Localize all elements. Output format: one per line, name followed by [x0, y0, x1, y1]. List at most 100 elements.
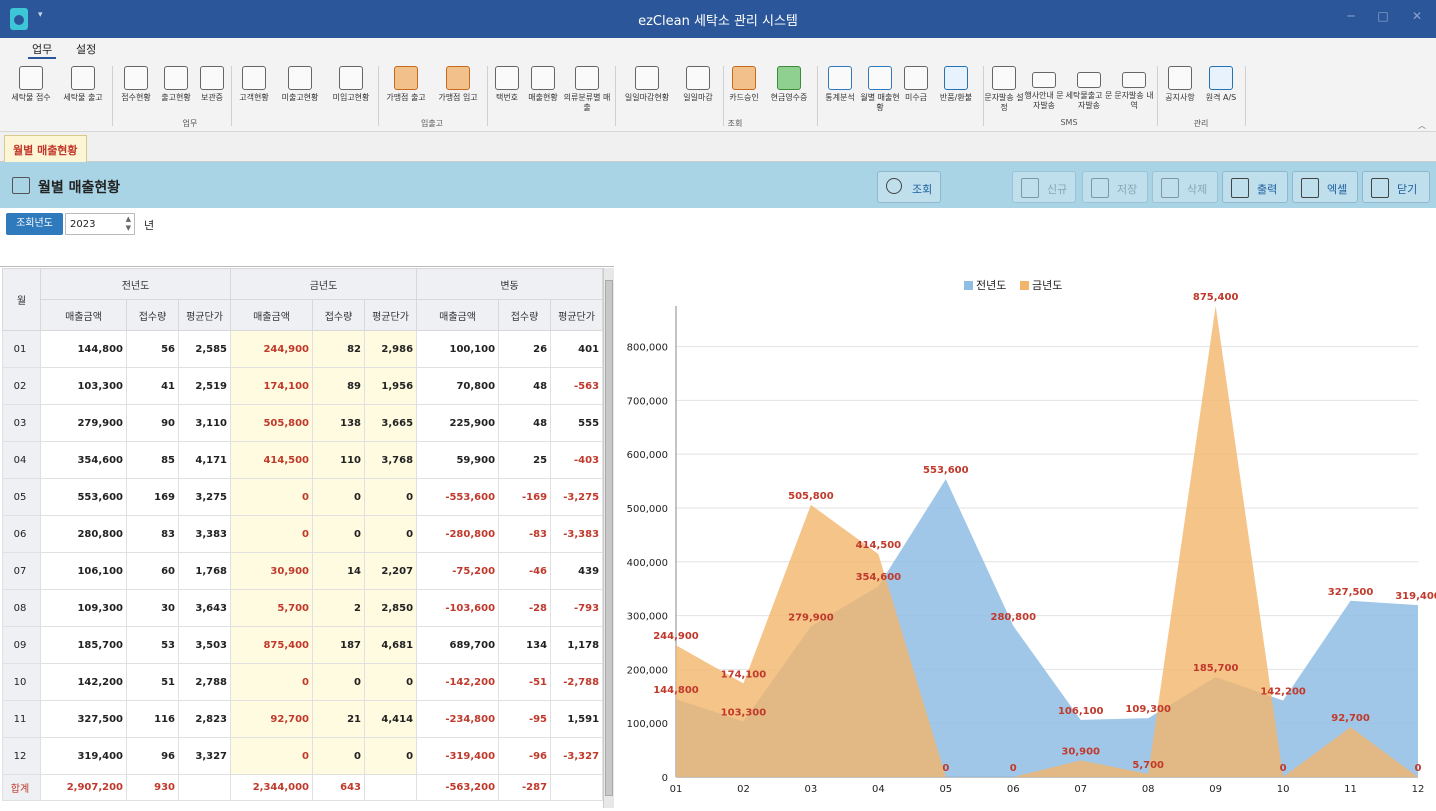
table-cell[interactable]: 138: [312, 404, 366, 442]
month-cell[interactable]: 12: [2, 737, 41, 775]
table-cell[interactable]: 0: [364, 663, 418, 701]
table-cell[interactable]: 0: [312, 478, 366, 516]
table-cell[interactable]: 187: [312, 626, 366, 664]
table-cell[interactable]: -103,600: [416, 589, 500, 627]
table-cell[interactable]: 505,800: [230, 404, 314, 442]
table-cell[interactable]: 185,700: [40, 626, 127, 664]
ribbon-refund-button[interactable]: 반품/환불: [932, 66, 980, 116]
ribbon-branch-out-button[interactable]: 가맹점 출고: [380, 66, 432, 116]
table-cell[interactable]: 4,414: [364, 700, 418, 738]
table-cell[interactable]: 875,400: [230, 626, 314, 664]
ribbon-sms-history-button[interactable]: 문자발송 내역: [1114, 66, 1154, 116]
table-cell[interactable]: 2: [312, 589, 366, 627]
ribbon-unreceived-button[interactable]: 미입고현황: [326, 66, 376, 116]
ribbon-daily-close-status-button[interactable]: 일일마감현황: [618, 66, 676, 116]
grid-scrollbar[interactable]: [603, 268, 614, 808]
table-cell[interactable]: 48: [498, 367, 552, 405]
table-cell[interactable]: 279,900: [40, 404, 127, 442]
ribbon-release-sms-button[interactable]: 세탁물출고 문자발송: [1064, 66, 1114, 116]
ribbon-customer-button[interactable]: 고객현황: [234, 66, 274, 116]
table-cell[interactable]: -793: [550, 589, 604, 627]
ribbon-notice-button[interactable]: 공지사항: [1160, 66, 1200, 116]
table-cell[interactable]: 60: [126, 552, 179, 590]
table-cell[interactable]: 4,681: [364, 626, 418, 664]
ribbon-receivable-button[interactable]: 미수금: [900, 66, 932, 116]
table-cell[interactable]: 354,600: [40, 441, 127, 479]
month-cell[interactable]: 08: [2, 589, 41, 627]
month-cell[interactable]: 09: [2, 626, 41, 664]
table-row[interactable]: 01 144,800 56 2,585 244,900 82 2,986 100,100 26 4…: [2, 330, 604, 368]
table-cell[interactable]: 689,700: [416, 626, 500, 664]
table-cell[interactable]: -142,200: [416, 663, 500, 701]
table-cell[interactable]: 53: [126, 626, 179, 664]
table-cell[interactable]: 2,823: [177, 700, 232, 738]
month-cell[interactable]: 04: [2, 441, 41, 479]
table-cell[interactable]: 0: [230, 478, 314, 516]
scrollbar-thumb[interactable]: [605, 280, 613, 796]
ribbon-receive-button[interactable]: 세탁물 접수: [4, 66, 58, 116]
year-input[interactable]: 2023 ▲ ▼: [65, 213, 135, 235]
table-cell[interactable]: -83: [498, 515, 552, 553]
table-row[interactable]: 10 142,200 51 2,788 0 0 0 -142,200 -51 -2,788: [2, 663, 604, 701]
ribbon-remote-as-button[interactable]: 원격 A/S: [1200, 66, 1242, 116]
table-cell[interactable]: 3,665: [364, 404, 418, 442]
month-cell[interactable]: 07: [2, 552, 41, 590]
table-cell[interactable]: 3,383: [177, 515, 232, 553]
menu-tab-settings[interactable]: 설정: [76, 41, 96, 57]
table-cell[interactable]: 0: [364, 737, 418, 775]
table-cell[interactable]: 14: [312, 552, 366, 590]
table-row[interactable]: 07 106,100 60 1,768 30,900 14 2,207 -75,200 -46 4…: [2, 552, 604, 590]
table-cell[interactable]: 319,400: [40, 737, 127, 775]
table-cell[interactable]: 3,327: [177, 737, 232, 775]
month-cell[interactable]: 01: [2, 330, 41, 368]
table-cell[interactable]: 174,100: [230, 367, 314, 405]
table-row[interactable]: 03 279,900 90 3,110 505,800 138 3,665 225,900 48…: [2, 404, 604, 442]
month-cell[interactable]: 10: [2, 663, 41, 701]
maximize-icon[interactable]: □: [1368, 9, 1398, 23]
menu-tab-work[interactable]: 업무: [28, 41, 57, 59]
table-row[interactable]: 06 280,800 83 3,383 0 0 0 -280,800 -83 -3,383: [2, 515, 604, 553]
table-cell[interactable]: 109,300: [40, 589, 127, 627]
table-cell[interactable]: 134: [498, 626, 552, 664]
table-cell[interactable]: 70,800: [416, 367, 500, 405]
ribbon-branch-in-button[interactable]: 가맹점 입고: [432, 66, 484, 116]
table-cell[interactable]: 59,900: [416, 441, 500, 479]
table-cell[interactable]: 2,519: [177, 367, 232, 405]
table-cell[interactable]: 0: [230, 663, 314, 701]
table-cell[interactable]: -234,800: [416, 700, 500, 738]
table-cell[interactable]: 439: [550, 552, 604, 590]
table-cell[interactable]: 1,591: [550, 700, 604, 738]
save-button[interactable]: 저장: [1082, 171, 1148, 203]
table-cell[interactable]: -2,788: [550, 663, 604, 701]
table-cell[interactable]: 51: [126, 663, 179, 701]
ribbon-monthly-sales-button[interactable]: 월별 매출현황: [860, 66, 900, 116]
table-cell[interactable]: -51: [498, 663, 552, 701]
excel-button[interactable]: 엑셀: [1292, 171, 1358, 203]
close-button[interactable]: 닫기: [1362, 171, 1430, 203]
table-cell[interactable]: 2,986: [364, 330, 418, 368]
table-cell[interactable]: 3,643: [177, 589, 232, 627]
table-cell[interactable]: 0: [312, 663, 366, 701]
table-cell[interactable]: 82: [312, 330, 366, 368]
table-cell[interactable]: 96: [126, 737, 179, 775]
table-cell[interactable]: 85: [126, 441, 179, 479]
table-cell[interactable]: -3,327: [550, 737, 604, 775]
table-cell[interactable]: 100,100: [416, 330, 500, 368]
ribbon-voucher-button[interactable]: 보관증: [196, 66, 228, 116]
table-cell[interactable]: -3,383: [550, 515, 604, 553]
table-cell[interactable]: 25: [498, 441, 552, 479]
ribbon-receipt-status-button[interactable]: 접수현황: [116, 66, 156, 116]
table-cell[interactable]: 142,200: [40, 663, 127, 701]
table-cell[interactable]: -75,200: [416, 552, 500, 590]
table-cell[interactable]: 414,500: [230, 441, 314, 479]
table-cell[interactable]: 103,300: [40, 367, 127, 405]
table-cell[interactable]: 3,110: [177, 404, 232, 442]
table-cell[interactable]: 2,850: [364, 589, 418, 627]
table-cell[interactable]: 56: [126, 330, 179, 368]
table-cell[interactable]: 92,700: [230, 700, 314, 738]
table-row[interactable]: 02 103,300 41 2,519 174,100 89 1,956 70,800 48 -5…: [2, 367, 604, 405]
table-cell[interactable]: -46: [498, 552, 552, 590]
table-cell[interactable]: 4,171: [177, 441, 232, 479]
ribbon-release-button[interactable]: 세탁물 출고: [58, 66, 108, 116]
table-row[interactable]: 04 354,600 85 4,171 414,500 110 3,768 59,900 25-…: [2, 441, 604, 479]
